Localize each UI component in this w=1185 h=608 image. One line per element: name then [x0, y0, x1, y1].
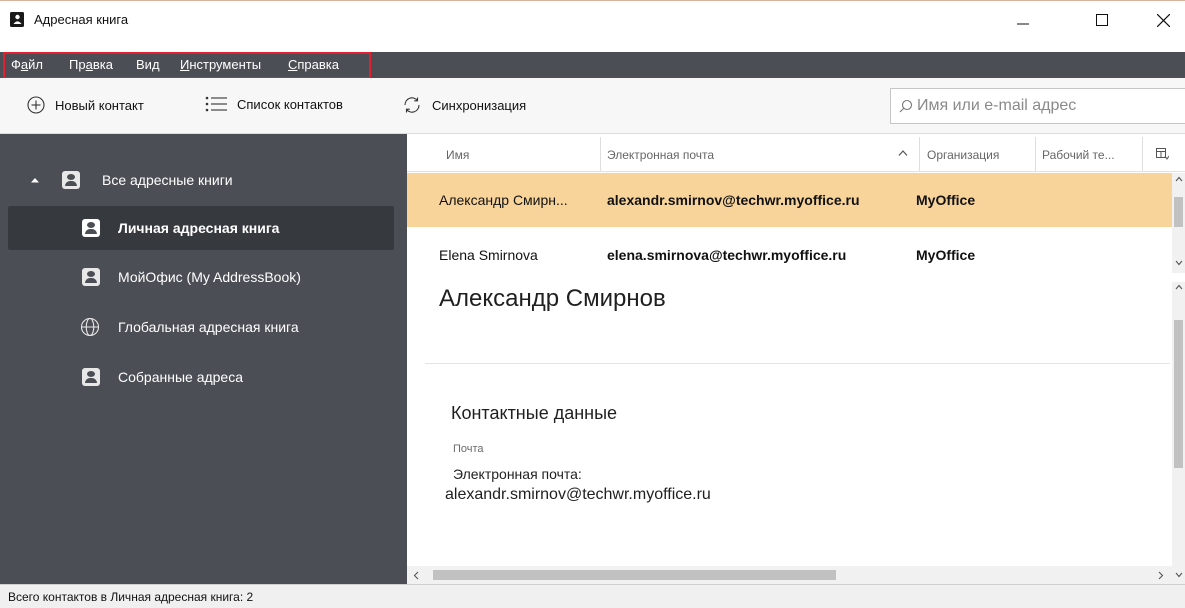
sidebar-item-label: Глобальная адресная книга — [118, 319, 299, 335]
detail-divider — [425, 363, 1170, 364]
email-field-value[interactable]: alexandr.smirnov@techwr.myoffice.ru — [445, 486, 711, 504]
cell-email: alexandr.smirnov@techwr.myoffice.ru — [607, 192, 860, 208]
sort-ascending-icon — [898, 150, 908, 156]
address-book-icon — [62, 171, 80, 189]
column-separator[interactable] — [600, 137, 601, 171]
contact-detail-pane — [407, 282, 1172, 584]
maximize-button[interactable] — [1074, 1, 1130, 39]
sidebar-item-label: МойОфис (My AddressBook) — [118, 269, 301, 285]
column-header-email[interactable]: Электронная почта — [607, 148, 714, 162]
address-book-icon — [82, 368, 100, 386]
scroll-up-icon[interactable] — [1175, 176, 1183, 182]
detail-scroll-thumb[interactable] — [1174, 320, 1183, 468]
sidebar-item-collected[interactable]: Собранные адреса — [82, 368, 243, 386]
sidebar-item-personal[interactable]: Личная адресная книга — [82, 219, 279, 237]
contact-name-heading: Александр Смирнов — [439, 285, 666, 312]
list-vertical-scrollbar[interactable] — [1172, 173, 1185, 273]
close-button[interactable] — [1135, 1, 1185, 39]
new-contact-label: Новый контакт — [55, 97, 144, 113]
column-header-organization[interactable]: Организация — [927, 148, 999, 162]
detail-vertical-scrollbar[interactable] — [1172, 282, 1185, 584]
menu-highlight-frame — [3, 52, 371, 79]
sidebar — [0, 134, 407, 584]
status-text: Всего контактов в Личная адресная книга:… — [8, 590, 254, 604]
search-box[interactable] — [890, 88, 1185, 124]
sidebar-root-label: Все адресные книги — [102, 172, 233, 188]
column-separator[interactable] — [919, 137, 920, 171]
sidebar-item-myoffice[interactable]: МойОфис (My AddressBook) — [82, 268, 301, 286]
sidebar-item-label: Собранные адреса — [118, 369, 244, 385]
contact-list-label: Список контактов — [237, 96, 343, 112]
list-scroll-thumb[interactable] — [1174, 197, 1183, 227]
column-separator[interactable] — [1142, 137, 1143, 171]
sidebar-root-all-books[interactable]: Все адресные книги — [30, 171, 233, 189]
column-separator[interactable] — [1035, 137, 1036, 171]
address-book-icon — [82, 268, 100, 286]
contact-section-title: Контактные данные — [451, 403, 618, 423]
horizontal-scroll-thumb[interactable] — [433, 570, 836, 580]
cell-organization: MyOffice — [916, 247, 976, 263]
column-header-name[interactable]: Имя — [446, 148, 469, 162]
sync-button[interactable]: Синхронизация — [402, 96, 526, 114]
email-field-label: Электронная почта: — [453, 466, 582, 482]
close-icon — [1156, 13, 1170, 27]
status-bar: Всего контактов в Личная адресная книга:… — [0, 584, 1185, 608]
address-book-app-icon — [10, 12, 24, 27]
cell-name: Александр Смирн... — [439, 192, 568, 208]
sidebar-item-label: Личная адресная книга — [118, 220, 280, 236]
contact-list-button[interactable]: Список контактов — [205, 96, 343, 112]
column-picker-icon[interactable] — [1156, 148, 1169, 160]
list-icon — [205, 96, 227, 112]
globe-icon — [80, 317, 100, 337]
plus-circle-icon — [27, 96, 45, 114]
sidebar-item-global[interactable]: Глобальная адресная книга — [80, 317, 299, 337]
horizontal-scrollbar[interactable] — [407, 566, 1172, 584]
search-input[interactable] — [917, 95, 1177, 117]
sync-icon — [404, 97, 420, 113]
cell-email: elena.smirnova@techwr.myoffice.ru — [607, 247, 847, 263]
cell-name: Elena Smirnova — [439, 247, 538, 263]
mail-group-label: Почта — [453, 443, 484, 455]
search-icon — [899, 99, 913, 113]
chevron-up-icon[interactable] — [30, 176, 40, 184]
scroll-down-icon[interactable] — [1175, 260, 1183, 266]
scroll-up-icon[interactable] — [1175, 284, 1183, 290]
sync-label: Синхронизация — [432, 97, 527, 113]
maximize-icon — [1096, 14, 1108, 26]
new-contact-button[interactable]: Новый контакт — [27, 96, 144, 114]
minimize-icon — [1017, 23, 1029, 25]
scroll-left-icon[interactable] — [413, 571, 419, 580]
table-row[interactable]: Elena Smirnova elena.smirnova@techwr.myo… — [407, 228, 1172, 282]
scroll-down-icon[interactable] — [1175, 572, 1183, 578]
window-title: Адресная книга — [34, 12, 129, 27]
title-bar: Адресная книга — [0, 0, 1185, 38]
address-book-icon — [82, 219, 100, 237]
scroll-right-icon[interactable] — [1158, 571, 1164, 580]
column-header-work-phone[interactable]: Рабочий те... — [1042, 148, 1115, 162]
table-row[interactable]: Александр Смирн... alexandr.smirnov@tech… — [407, 173, 1172, 227]
cell-organization: MyOffice — [916, 192, 976, 208]
minimize-button[interactable] — [995, 1, 1051, 39]
